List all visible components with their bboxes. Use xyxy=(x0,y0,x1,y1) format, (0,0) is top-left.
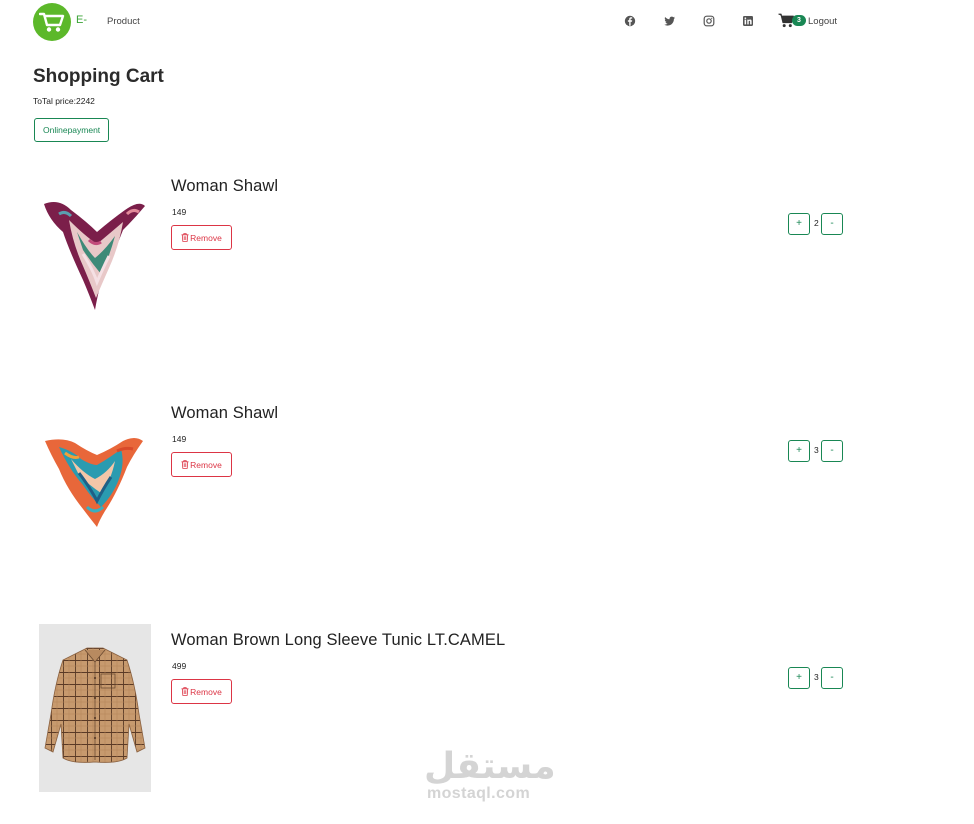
quantity-value: 2 xyxy=(814,218,819,228)
product-image-camel-checked-shirt xyxy=(39,624,151,792)
page-title: Shopping Cart xyxy=(33,66,164,87)
online-payment-button[interactable]: Onlinepayment xyxy=(34,118,110,142)
remove-button[interactable]: Remove xyxy=(171,452,232,477)
increase-qty-button[interactable]: + xyxy=(788,440,810,462)
trash-icon xyxy=(181,233,189,242)
facebook-icon[interactable] xyxy=(624,14,638,28)
item-price: 149 xyxy=(172,434,187,444)
decrease-qty-button[interactable]: - xyxy=(821,667,843,689)
twitter-icon[interactable] xyxy=(664,14,678,28)
increase-qty-button[interactable]: + xyxy=(788,667,810,689)
cart-icon[interactable] xyxy=(778,13,794,33)
watermark-latin: mostaql.com xyxy=(427,785,531,802)
item-price: 149 xyxy=(172,207,187,217)
linkedin-icon[interactable] xyxy=(742,14,756,28)
decrease-qty-button[interactable]: - xyxy=(821,440,843,462)
brand-text[interactable]: E- xyxy=(76,14,87,26)
remove-label: Remove xyxy=(190,686,222,697)
item-title: Woman Brown Long Sleeve Tunic LT.CAMEL xyxy=(171,631,506,649)
remove-label: Remove xyxy=(190,232,222,243)
item-price: 499 xyxy=(172,661,187,671)
quantity-value: 3 xyxy=(814,672,819,682)
quantity-value: 3 xyxy=(814,445,819,455)
cart-count-badge: 3 xyxy=(792,15,806,26)
brand-logo[interactable] xyxy=(33,3,71,41)
item-title: Woman Shawl xyxy=(171,404,279,422)
product-image-shawl-teal-orange xyxy=(39,397,151,565)
trash-icon xyxy=(181,687,189,696)
product-image-shawl-magenta xyxy=(39,170,151,338)
decrease-qty-button[interactable]: - xyxy=(821,213,843,235)
trash-icon xyxy=(181,460,189,469)
remove-button[interactable]: Remove xyxy=(171,679,232,704)
watermark-arabic: مستقل xyxy=(424,746,556,787)
total-price: ToTal price:2242 xyxy=(33,96,95,106)
remove-button[interactable]: Remove xyxy=(171,225,232,250)
instagram-icon[interactable] xyxy=(703,14,717,28)
cart-item: Woman Shawl 149 Remove + 3 - xyxy=(0,397,974,597)
cart-logo-icon xyxy=(39,12,65,32)
nav-link-product[interactable]: Product xyxy=(107,16,140,27)
navbar: E- Product 3 Logout xyxy=(0,0,974,44)
increase-qty-button[interactable]: + xyxy=(788,213,810,235)
remove-label: Remove xyxy=(190,459,222,470)
logout-link[interactable]: Logout xyxy=(808,16,837,27)
item-title: Woman Shawl xyxy=(171,177,279,195)
cart-item: Woman Shawl 149 Remove + 2 - xyxy=(0,170,974,370)
